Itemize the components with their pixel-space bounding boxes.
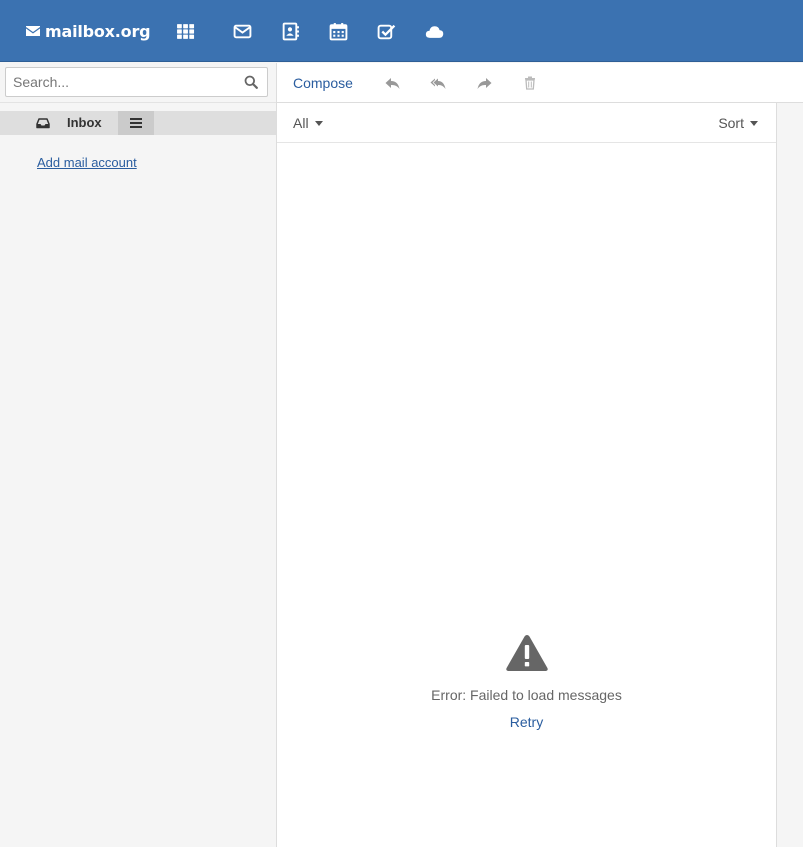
caret-down-icon (314, 120, 323, 126)
message-list: All Sort Error: Failed to load messages … (277, 103, 776, 847)
top-bar: mailbox.org (0, 0, 803, 62)
envelope-icon (26, 26, 40, 36)
forward-button[interactable] (476, 75, 492, 91)
folder-options-button[interactable] (118, 111, 154, 135)
hamburger-icon (130, 118, 142, 128)
search-icon (244, 75, 258, 89)
folder-label: Inbox (67, 115, 102, 130)
search-box (5, 67, 268, 97)
app-launcher-button[interactable] (174, 20, 196, 42)
calendar-app-button[interactable] (327, 20, 349, 42)
filter-dropdown[interactable]: All (293, 115, 323, 131)
calendar-icon (329, 22, 347, 40)
mail-toolbar: Compose (277, 63, 803, 103)
tasks-app-button[interactable] (375, 20, 397, 42)
contacts-app-button[interactable] (279, 20, 301, 42)
brand-name: mailbox.org (45, 21, 151, 41)
cloud-icon (425, 25, 443, 38)
trash-icon (525, 76, 535, 90)
drive-app-button[interactable] (423, 20, 445, 42)
compose-button[interactable]: Compose (293, 75, 353, 91)
add-mail-account-link[interactable]: Add mail account (37, 155, 137, 170)
folder-pane: Inbox Add mail account (0, 63, 277, 847)
delete-button[interactable] (522, 75, 538, 91)
sort-label: Sort (718, 115, 744, 131)
list-header: All Sort (277, 103, 776, 143)
sort-dropdown[interactable]: Sort (718, 115, 758, 131)
reply-button[interactable] (384, 75, 400, 91)
address-book-icon (282, 22, 299, 40)
detail-pane (776, 103, 803, 847)
envelope-icon (233, 24, 251, 38)
mail-app-button[interactable] (231, 20, 253, 42)
reply-all-icon (430, 78, 446, 89)
grid-icon (176, 23, 194, 39)
folder-item-inbox[interactable]: Inbox (0, 111, 276, 135)
filter-label: All (293, 115, 309, 131)
search-button[interactable] (243, 74, 259, 90)
caret-down-icon (750, 120, 758, 126)
error-text: Error: Failed to load messages (431, 687, 622, 703)
checkbox-icon (377, 24, 395, 39)
reply-icon (385, 77, 399, 89)
error-message: Error: Failed to load messages Retry (277, 633, 776, 730)
inbox-icon (36, 118, 50, 129)
forward-icon (477, 77, 491, 89)
divider (0, 102, 276, 103)
retry-link[interactable]: Retry (510, 714, 543, 730)
warning-icon (505, 635, 548, 671)
brand-logo[interactable]: mailbox.org (25, 18, 151, 44)
search-input[interactable] (6, 68, 234, 96)
reply-all-button[interactable] (430, 75, 446, 91)
